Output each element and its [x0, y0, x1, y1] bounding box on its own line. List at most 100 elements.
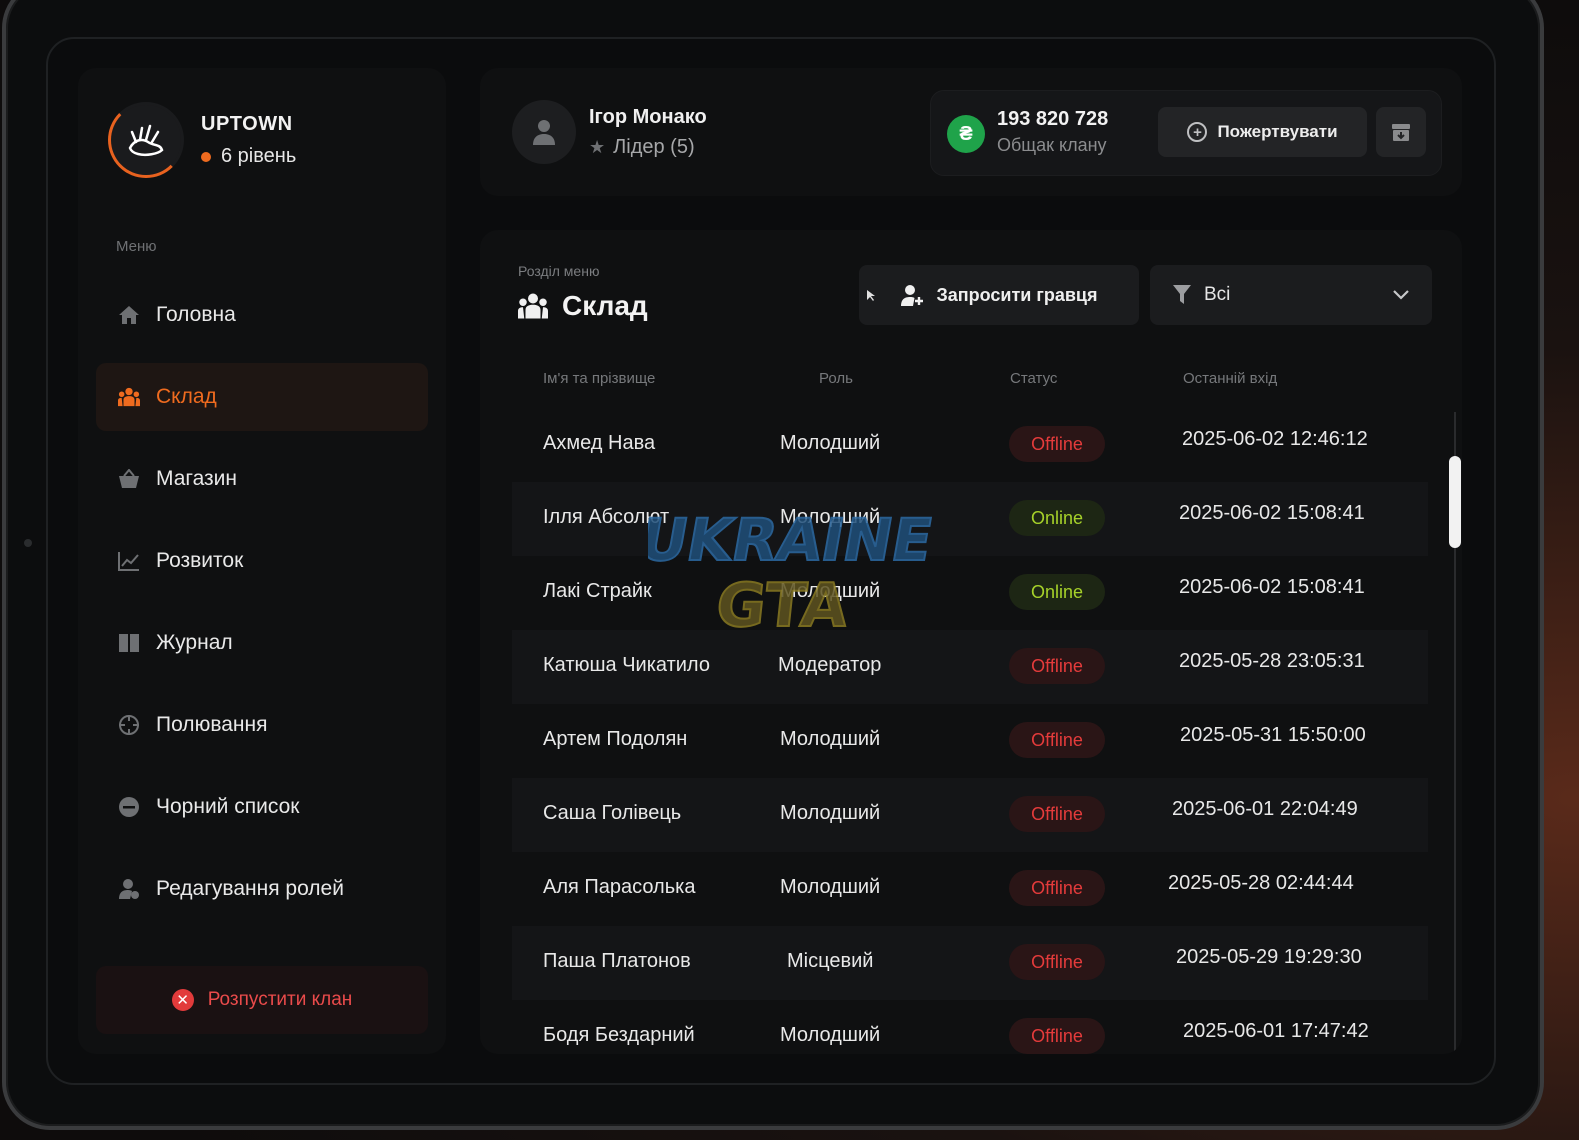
member-name: Лакі Страйк [543, 580, 652, 602]
home-icon [118, 304, 140, 326]
clan-bank: ₴ 193 820 728 Общак клану + Пожертвувати [930, 90, 1442, 176]
member-role: Молодший [780, 728, 881, 750]
star-icon: ★ [589, 137, 606, 157]
status-badge: Online [1009, 574, 1105, 610]
hryvnia-icon: ₴ [947, 115, 985, 153]
donate-label: Пожертвувати [1217, 122, 1338, 141]
user-name: Ігор Монако [589, 106, 707, 128]
table-row[interactable]: Саша Голівець Молодший Offline 2025-06-0… [512, 778, 1428, 852]
people-icon [518, 293, 548, 319]
user-cog-icon [118, 878, 140, 900]
member-role: Модератор [778, 654, 882, 676]
sidebar-item-label: Головна [156, 303, 236, 326]
member-name: Ахмед Нава [543, 432, 656, 454]
sidebar-item-development[interactable]: Розвиток [96, 527, 428, 595]
role-filter-select[interactable]: Всі [1150, 265, 1432, 325]
member-name: Аля Парасолька [543, 876, 696, 898]
member-name: Паша Платонов [543, 950, 691, 972]
table-row[interactable]: Лакі Страйк Молодший Online 2025-06-02 1… [512, 556, 1428, 630]
chevron-down-icon [1393, 290, 1409, 300]
minus-circle-icon [118, 796, 140, 818]
header-last-login: Останній вхід [1183, 370, 1278, 387]
member-role: Молодший [780, 802, 881, 824]
clan-level: 6 рівень [201, 145, 296, 168]
status-badge: Offline [1009, 870, 1105, 906]
sidebar-item-role-editing[interactable]: Редагування ролей [96, 855, 428, 923]
disband-label: Розпустити клан [207, 989, 353, 1010]
archive-icon [1392, 124, 1410, 141]
sidebar-item-label: Редагування ролей [156, 877, 344, 900]
status-badge: Offline [1009, 796, 1105, 832]
member-name: Ілля Абсолют [543, 506, 670, 528]
member-last-login: 2025-06-01 22:04:49 [1172, 798, 1358, 820]
members-table: Ахмед Нава Молодший Offline 2025-06-02 1… [512, 408, 1428, 1054]
invite-player-button[interactable]: Запросити гравця [859, 265, 1139, 325]
filter-icon [1173, 285, 1191, 304]
header-status: Статус [1010, 370, 1058, 387]
sidebar-item-home[interactable]: Головна [96, 281, 428, 349]
menu-caption: Меню [116, 238, 157, 255]
sidebar-item-journal[interactable]: Журнал [96, 609, 428, 677]
status-badge: Offline [1009, 648, 1105, 684]
clan-name: UPTOWN [201, 113, 293, 135]
sidebar-item-label: Розвиток [156, 549, 244, 572]
member-role: Молодший [780, 432, 881, 454]
people-icon [118, 386, 140, 408]
roster-panel: Розділ меню Склад Запросити гравця Всі І… [480, 230, 1462, 1054]
member-last-login: 2025-06-02 15:08:41 [1179, 576, 1365, 598]
table-row[interactable]: Артем Подолян Молодший Offline 2025-05-3… [512, 704, 1428, 778]
scrollbar-thumb[interactable] [1449, 456, 1461, 548]
sidebar-item-shop[interactable]: Магазин [96, 445, 428, 513]
sidebar: UPTOWN 6 рівень Меню Головна Склад Магаз… [78, 68, 446, 1054]
member-last-login: 2025-05-31 15:50:00 [1180, 724, 1366, 746]
status-badge: Offline [1009, 944, 1105, 980]
clan-level-text: 6 рівень [221, 145, 297, 167]
header-name: Ім'я та прізвище [543, 370, 656, 387]
status-badge: Offline [1009, 1018, 1105, 1054]
page-title-text: Склад [562, 290, 648, 321]
crosshair-icon [118, 714, 140, 736]
table-header: Ім'я та прізвище Роль Статус Останній вх… [480, 370, 1462, 394]
sidebar-item-label: Чорний список [156, 795, 300, 818]
member-role: Місцевий [787, 950, 874, 972]
member-last-login: 2025-06-02 15:08:41 [1179, 502, 1365, 524]
camera-dot [24, 539, 32, 547]
member-role: Молодший [780, 580, 881, 602]
disband-clan-button[interactable]: ✕ Розпустити клан [96, 966, 428, 1034]
sidebar-item-hunting[interactable]: Полювання [96, 691, 428, 759]
sidebar-item-label: Магазин [156, 467, 238, 490]
table-row[interactable]: Аля Парасолька Молодший Offline 2025-05-… [512, 852, 1428, 926]
sidebar-item-label: Склад [156, 385, 217, 408]
member-role: Молодший [780, 506, 881, 528]
member-role: Молодший [780, 1024, 881, 1046]
section-caption: Розділ меню [518, 263, 600, 279]
status-badge: Online [1009, 500, 1105, 536]
sidebar-item-label: Полювання [156, 713, 268, 736]
level-dot-icon [201, 151, 211, 162]
filter-value: Всі [1204, 284, 1231, 305]
sidebar-item-blacklist[interactable]: Чорний список [96, 773, 428, 841]
header-role: Роль [819, 370, 853, 387]
top-bar: Ігор Монако ★ Лідер (5) ₴ 193 820 728 Об… [480, 68, 1462, 196]
member-name: Бодя Бездарний [543, 1024, 695, 1046]
bank-history-button[interactable] [1376, 107, 1426, 157]
table-row[interactable]: Ахмед Нава Молодший Offline 2025-06-02 1… [512, 408, 1428, 482]
sidebar-item-label: Журнал [156, 631, 233, 654]
avatar [512, 100, 576, 164]
member-last-login: 2025-06-01 17:47:42 [1183, 1020, 1369, 1042]
bank-amount: 193 820 728 [997, 108, 1109, 130]
member-role: Молодший [780, 876, 881, 898]
donate-button[interactable]: + Пожертвувати [1158, 107, 1367, 157]
invite-label: Запросити гравця [936, 284, 1098, 305]
table-row[interactable]: Ілля Абсолют Молодший Online 2025-06-02 … [512, 482, 1428, 556]
add-user-icon [901, 285, 924, 306]
basket-icon [118, 468, 140, 490]
table-row[interactable]: Катюша Чикатило Модератор Offline 2025-0… [512, 630, 1428, 704]
table-row[interactable]: Паша Платонов Місцевий Offline 2025-05-2… [512, 926, 1428, 1000]
member-last-login: 2025-06-02 12:46:12 [1182, 428, 1368, 450]
member-last-login: 2025-05-29 19:29:30 [1176, 946, 1362, 968]
table-row[interactable]: Бодя Бездарний Молодший Offline 2025-06-… [512, 1000, 1428, 1054]
member-name: Саша Голівець [543, 802, 682, 824]
sidebar-item-roster[interactable]: Склад [96, 363, 428, 431]
member-last-login: 2025-05-28 23:05:31 [1179, 650, 1365, 672]
